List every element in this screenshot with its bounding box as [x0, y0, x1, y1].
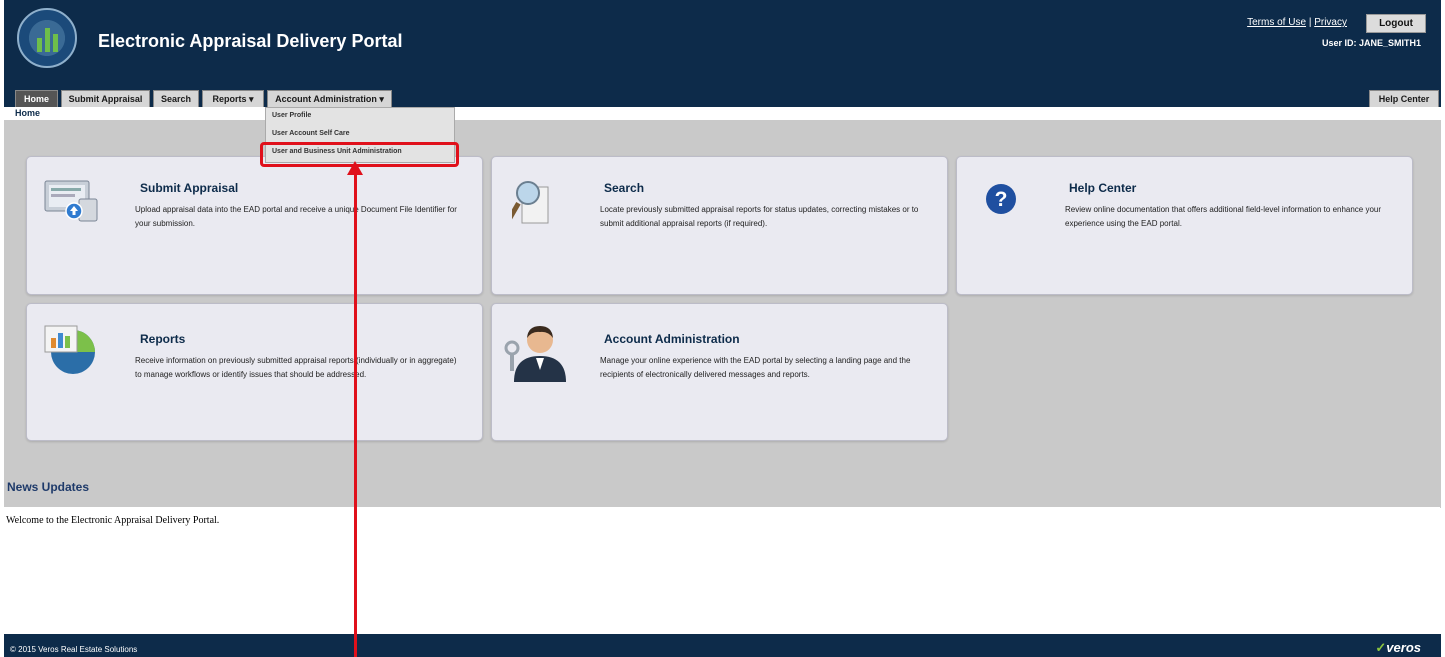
- news-panel: Welcome to the Electronic Appraisal Deli…: [4, 507, 1440, 624]
- card-description: Receive information on previously submit…: [135, 356, 457, 379]
- header-bar: Electronic Appraisal Delivery Portal Ter…: [4, 0, 1441, 80]
- annotation-arrow-line: [354, 172, 357, 657]
- card-account-administration[interactable]: Account Administration Manage your onlin…: [491, 303, 948, 441]
- magnifier-document-icon: [507, 177, 552, 227]
- link-separator: |: [1308, 17, 1312, 28]
- tab-home[interactable]: Home: [15, 90, 58, 107]
- user-id-label: User ID: JANE_SMITH1: [1321, 38, 1421, 48]
- veros-logo: ✓veros: [1375, 640, 1421, 655]
- breadcrumb: Home: [15, 108, 41, 118]
- tab-submit-appraisal[interactable]: Submit Appraisal: [61, 90, 150, 107]
- card-title: Submit Appraisal: [140, 181, 239, 195]
- card-title: Search: [604, 181, 645, 195]
- news-updates-title: News Updates: [7, 480, 90, 494]
- footer: © 2015 Veros Real Estate Solutions ✓vero…: [4, 634, 1441, 657]
- report-chart-icon: [41, 320, 99, 376]
- card-submit-appraisal[interactable]: Submit Appraisal Upload appraisal data i…: [26, 156, 483, 295]
- card-description: Manage your online experience with the E…: [600, 356, 911, 379]
- card-reports[interactable]: Reports Receive information on previousl…: [26, 303, 483, 441]
- card-description: Upload appraisal data into the EAD porta…: [135, 205, 457, 228]
- menu-item-user-account-self-care[interactable]: User Account Self Care: [272, 130, 350, 137]
- tab-reports[interactable]: Reports ▾: [202, 90, 264, 107]
- card-help-center[interactable]: ? Help Center Review online documentatio…: [956, 156, 1413, 295]
- app-title: Electronic Appraisal Delivery Portal: [98, 31, 403, 51]
- terms-of-use-link[interactable]: Terms of Use: [1247, 17, 1306, 28]
- card-description: Locate previously submitted appraisal re…: [600, 205, 919, 228]
- card-title: Account Administration: [604, 332, 740, 346]
- tab-search[interactable]: Search: [153, 90, 199, 107]
- brand-text: veros: [1386, 640, 1421, 655]
- svg-text:?: ?: [995, 188, 1008, 211]
- upload-computer-icon: [41, 179, 99, 225]
- top-links: Terms of Use | Privacy: [1247, 17, 1347, 28]
- question-mark-icon: ?: [985, 183, 1017, 215]
- logout-button[interactable]: Logout: [1366, 14, 1426, 33]
- card-title: Help Center: [1069, 181, 1137, 195]
- card-search[interactable]: Search Locate previously submitted appra…: [491, 156, 948, 295]
- card-description: Review online documentation that offers …: [1065, 205, 1382, 228]
- tab-account-administration[interactable]: Account Administration ▾: [267, 90, 392, 107]
- hud-seal-logo: [17, 8, 77, 68]
- menu-item-user-profile[interactable]: User Profile: [272, 112, 311, 119]
- card-title: Reports: [140, 332, 186, 346]
- privacy-link[interactable]: Privacy: [1314, 17, 1347, 28]
- news-text: Welcome to the Electronic Appraisal Deli…: [6, 515, 220, 526]
- tab-help-center[interactable]: Help Center: [1369, 90, 1439, 107]
- copyright-text: © 2015 Veros Real Estate Solutions: [10, 645, 138, 654]
- user-key-icon: [500, 318, 568, 382]
